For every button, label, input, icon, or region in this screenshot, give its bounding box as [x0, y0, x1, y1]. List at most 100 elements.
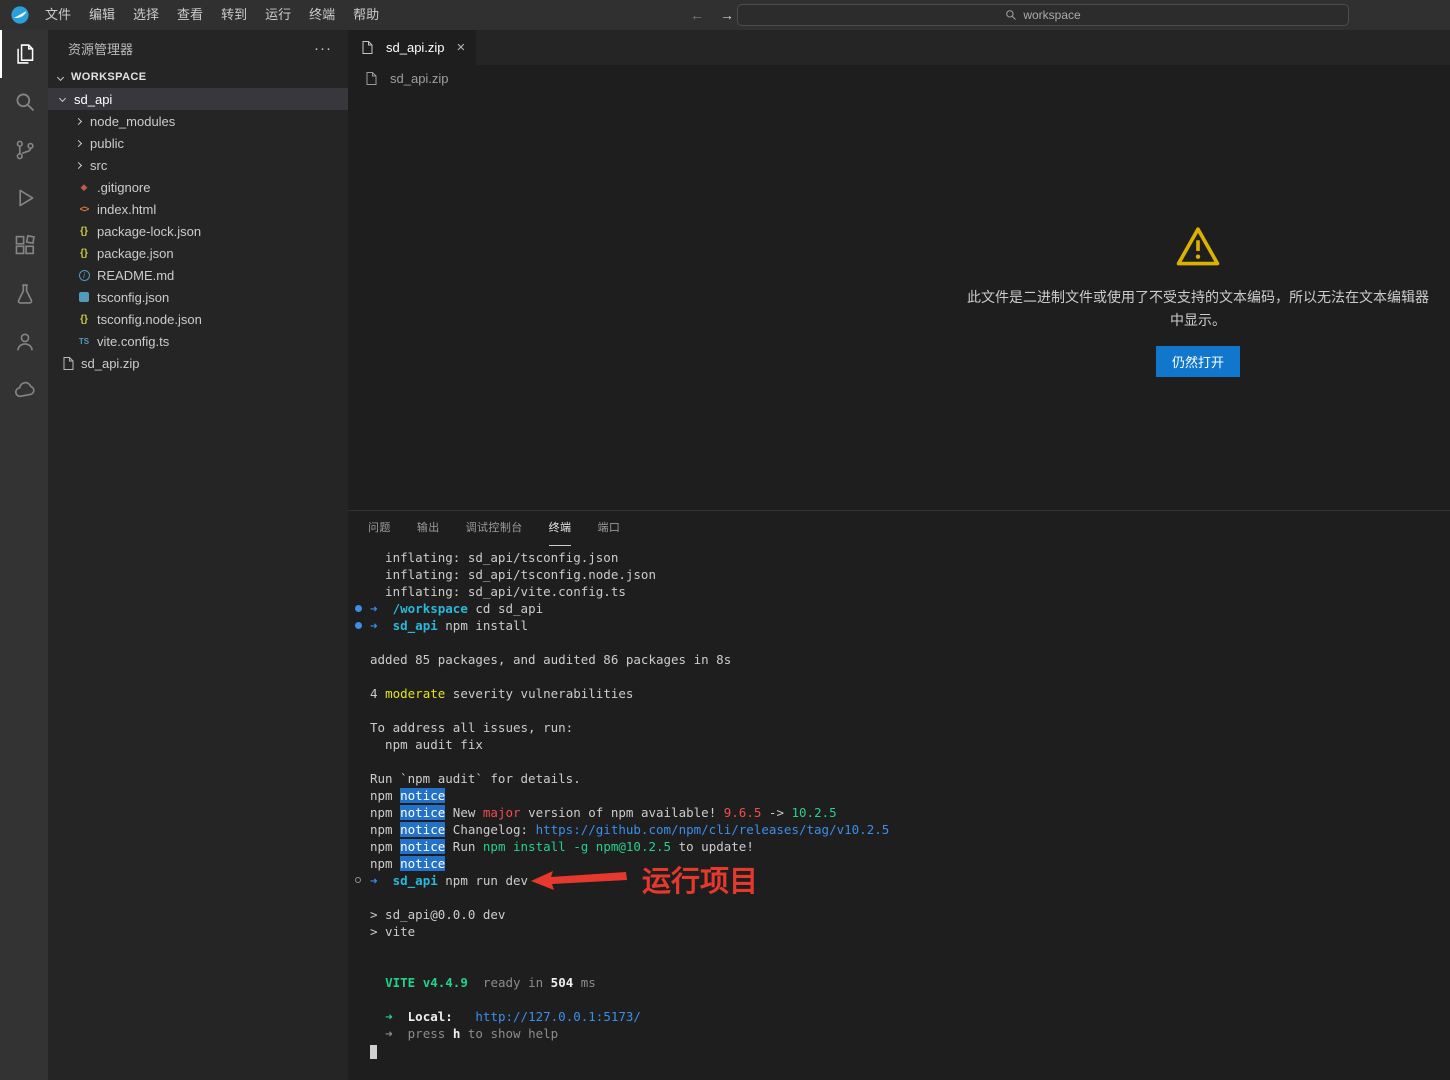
terminal-link[interactable]: http://127.0.0.1:5173/: [475, 1009, 641, 1024]
terminal[interactable]: inflating: sd_api/tsconfig.json inflatin…: [348, 546, 1450, 1080]
tree-item-README.md[interactable]: iREADME.md: [48, 264, 348, 286]
terminal-text: npm install: [438, 618, 528, 633]
terminal-text: [370, 1009, 385, 1024]
terminal-text: version of npm available!: [521, 805, 724, 820]
activity-testing[interactable]: [0, 270, 48, 318]
tree-item-package.json[interactable]: {} package.json: [48, 242, 348, 264]
menu-help[interactable]: 帮助: [344, 0, 388, 30]
more-actions-icon[interactable]: ···: [314, 40, 332, 57]
terminal-line: [370, 957, 1450, 974]
terminal-text: [393, 1009, 408, 1024]
tree-item-label: tsconfig.json: [97, 290, 169, 305]
tree-item-label: tsconfig.node.json: [97, 312, 202, 327]
terminal-text: inflating: sd_api/vite.config.ts: [370, 584, 626, 599]
terminal-text: npm run dev: [438, 873, 528, 888]
tree-item-vite.config.ts[interactable]: TS vite.config.ts: [48, 330, 348, 352]
tree-item-label: package.json: [97, 246, 174, 261]
terminal-text: to show help: [460, 1026, 558, 1041]
zip-file-icon: [60, 357, 76, 370]
tree-item-index.html[interactable]: <>index.html: [48, 198, 348, 220]
terminal-text: 504: [551, 975, 574, 990]
menu-edit[interactable]: 编辑: [80, 0, 124, 30]
menu-go[interactable]: 转到: [212, 0, 256, 30]
extensions-icon: [14, 235, 36, 257]
terminal-text: added 85 packages, and audited 86 packag…: [370, 652, 731, 667]
activity-run-and-debug[interactable]: [0, 174, 48, 222]
breadcrumb[interactable]: sd_api.zip: [348, 65, 1450, 91]
panel-tab-terminal[interactable]: 终端: [549, 511, 572, 546]
panel-tab-output[interactable]: 输出: [417, 511, 440, 546]
search-icon: [1005, 9, 1017, 21]
terminal-line: npm audit fix: [370, 736, 1450, 753]
tree-item-sd_api[interactable]: sd_api: [48, 88, 348, 110]
json-file-icon: {}: [76, 248, 92, 259]
terminal-text: To address all issues, run:: [370, 720, 573, 735]
activity-search[interactable]: [0, 78, 48, 126]
activity-remote-explorer[interactable]: [0, 366, 48, 414]
terminal-text: inflating: sd_api/tsconfig.node.json: [370, 567, 656, 582]
terminal-text: npm: [370, 822, 400, 837]
terminal-line: [370, 668, 1450, 685]
activity-extensions[interactable]: [0, 222, 48, 270]
terminal-text: 10.2.5: [792, 805, 837, 820]
tree-item-label: package-lock.json: [97, 224, 201, 239]
panel-tab-bar: 问题输出调试控制台终端端口: [348, 511, 1450, 546]
activity-explorer[interactable]: [0, 30, 48, 78]
tree-item-node_modules[interactable]: node_modules: [48, 110, 348, 132]
activity-source-control[interactable]: [0, 126, 48, 174]
panel: 问题输出调试控制台终端端口 inflating: sd_api/tsconfig…: [348, 510, 1450, 1080]
workspace-section-header[interactable]: WORKSPACE: [48, 66, 348, 88]
command-center-search[interactable]: workspace: [737, 4, 1349, 26]
tree-item-src[interactable]: src: [48, 154, 348, 176]
tree-item-.gitignore[interactable]: ◆.gitignore: [48, 176, 348, 198]
terminal-text: cd sd_api: [468, 601, 543, 616]
terminal-text: ready in: [483, 975, 543, 990]
menu-terminal[interactable]: 终端: [300, 0, 344, 30]
editor-tab-bar: sd_api.zip ×: [348, 30, 1450, 65]
json-file-icon: {}: [76, 226, 92, 237]
terminal-text: /workspace: [393, 601, 468, 616]
tab-sd-api-zip[interactable]: sd_api.zip ×: [348, 30, 476, 65]
nav-back-icon[interactable]: ←: [690, 7, 704, 23]
terminal-line: ➜ press h to show help: [370, 1025, 1450, 1042]
activity-accounts[interactable]: [0, 318, 48, 366]
terminal-text: npm: [370, 839, 400, 854]
terminal-text: notice: [400, 805, 445, 820]
chevron-right-icon: [75, 139, 82, 146]
tree-item-label: README.md: [97, 268, 174, 283]
terminal-text: VITE v4.4.9: [385, 975, 468, 990]
tsconfig-file-icon: [76, 292, 92, 302]
history-navigation: ← →: [690, 0, 734, 30]
terminal-line: ➜ Local: http://127.0.0.1:5173/: [370, 1008, 1450, 1025]
zip-file-icon: [359, 41, 375, 54]
nav-forward-icon[interactable]: →: [720, 7, 734, 23]
terminal-link[interactable]: https://github.com/npm/cli/releases/tag/…: [536, 822, 890, 837]
tree-item-sd_api.zip[interactable]: sd_api.zip: [48, 352, 348, 374]
tree-item-label: vite.config.ts: [97, 334, 169, 349]
menu-run[interactable]: 运行: [256, 0, 300, 30]
zip-file-icon: [363, 72, 379, 85]
panel-tab-problems[interactable]: 问题: [368, 511, 391, 546]
panel-tab-ports[interactable]: 端口: [597, 511, 620, 546]
terminal-text: sd_api: [393, 873, 438, 888]
menu-view[interactable]: 查看: [168, 0, 212, 30]
tree-item-label: sd_api.zip: [81, 356, 140, 371]
close-icon[interactable]: ×: [457, 39, 466, 56]
person-icon: [14, 331, 36, 353]
tree-item-package-lock.json[interactable]: {} package-lock.json: [48, 220, 348, 242]
command-finished-decoration: [355, 605, 362, 612]
terminal-text: [370, 1026, 385, 1041]
ts-file-icon: TS: [76, 337, 92, 346]
terminal-text: > sd_api@0.0.0 dev: [370, 907, 505, 922]
menu-selection[interactable]: 选择: [124, 0, 168, 30]
terminal-text: npm: [370, 788, 400, 803]
terminal-text: major: [483, 805, 521, 820]
title-bar: 文件编辑选择查看转到运行终端帮助 ← → workspace: [0, 0, 1450, 30]
open-anyway-button[interactable]: 仍然打开: [1156, 346, 1240, 377]
files-icon: [14, 43, 36, 65]
tree-item-public[interactable]: public: [48, 132, 348, 154]
tree-item-tsconfig.json[interactable]: tsconfig.json: [48, 286, 348, 308]
menu-file[interactable]: 文件: [36, 0, 80, 30]
panel-tab-debug-console[interactable]: 调试控制台: [466, 511, 523, 546]
tree-item-tsconfig.node.json[interactable]: {}tsconfig.node.json: [48, 308, 348, 330]
